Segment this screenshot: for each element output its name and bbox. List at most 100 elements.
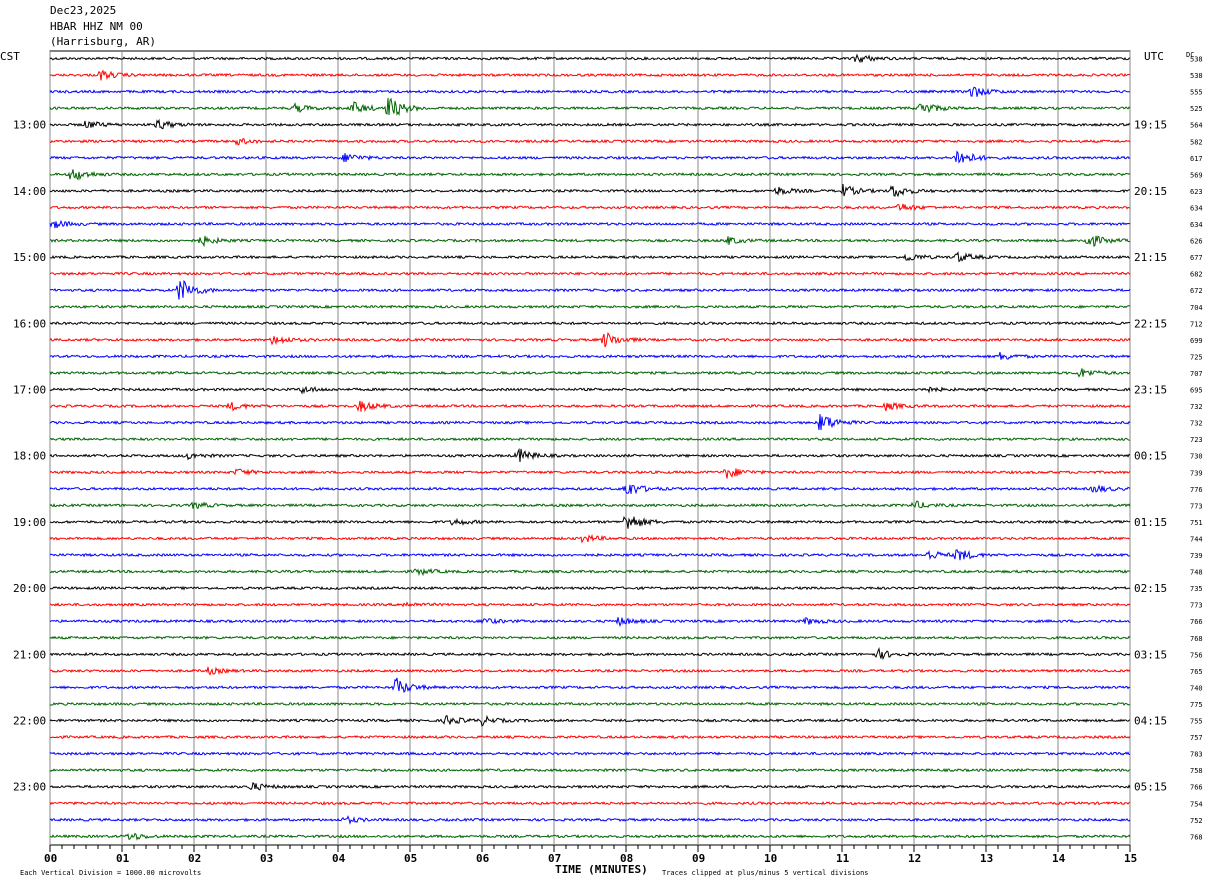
- trace-line: [49, 279, 1131, 300]
- dc-value: 735: [1190, 585, 1203, 593]
- dc-value: 695: [1190, 387, 1203, 395]
- right-timezone: UTC: [1144, 50, 1164, 63]
- left-hour-label: 16:00: [13, 317, 46, 330]
- dc-value: 765: [1190, 668, 1203, 676]
- dc-value: 723: [1190, 436, 1203, 444]
- trace-line: [49, 767, 1131, 773]
- dc-value: 768: [1190, 833, 1203, 841]
- trace-line: [49, 320, 1131, 326]
- right-hour-label: 21:15: [1134, 251, 1167, 264]
- dc-value: 732: [1190, 403, 1203, 411]
- helicorder: Dec23,2025 HBAR HHZ NM 00 (Harrisburg, A…: [0, 0, 1210, 886]
- trace-line: [49, 400, 1131, 413]
- x-tick-label: 04: [332, 852, 346, 865]
- left-hour-label: 19:00: [13, 516, 46, 529]
- dc-value: 757: [1190, 734, 1203, 742]
- trace-line: [49, 271, 1131, 276]
- trace-line: [49, 734, 1131, 740]
- scale-note: Each Vertical Division = 1000.00 microvo…: [20, 869, 201, 877]
- dc-value: 739: [1190, 552, 1203, 560]
- right-hour-label: 05:15: [1134, 781, 1167, 794]
- x-tick-label: 05: [404, 852, 417, 865]
- right-hour-label: 23:15: [1134, 384, 1167, 397]
- x-tick-label: 02: [188, 852, 201, 865]
- dc-value: 748: [1190, 569, 1203, 577]
- dc-value: 617: [1190, 155, 1203, 163]
- dc-value: 758: [1190, 767, 1203, 775]
- dc-value: 766: [1190, 784, 1203, 792]
- dc-value: 756: [1190, 651, 1203, 659]
- dc-value: 682: [1190, 271, 1203, 279]
- x-tick-label: 06: [476, 852, 490, 865]
- trace-line: [49, 118, 1131, 130]
- trace-line: [49, 235, 1131, 248]
- trace-line: [49, 616, 1131, 628]
- dc-value: 773: [1190, 602, 1203, 610]
- trace-line: [49, 97, 1131, 117]
- dc-value: 775: [1190, 701, 1203, 709]
- dc-value: 672: [1190, 287, 1203, 295]
- x-tick-label: 00: [44, 852, 57, 865]
- right-hour-label: 19:15: [1134, 119, 1167, 132]
- trace-line: [49, 781, 1131, 791]
- trace-line: [49, 468, 1131, 479]
- trace-line: [49, 69, 1131, 81]
- seismogram-plot: CST UTC DC TIME (MINUTES) Each Vertical …: [0, 50, 1203, 877]
- x-tick-label: 08: [620, 852, 633, 865]
- dc-value: 766: [1190, 618, 1203, 626]
- dc-value: 752: [1190, 817, 1203, 825]
- left-hour-label: 21:00: [13, 648, 46, 661]
- dc-value: 725: [1190, 353, 1203, 361]
- left-hour-label: 18:00: [13, 450, 46, 463]
- trace-line: [49, 515, 1131, 529]
- trace-line: [49, 751, 1131, 756]
- dc-value: 768: [1190, 635, 1203, 643]
- right-hour-label: 02:15: [1134, 582, 1167, 595]
- dc-value: 582: [1190, 138, 1203, 146]
- right-hour-label: 04:15: [1134, 715, 1167, 728]
- trace-line: [49, 677, 1131, 694]
- trace-line: [50, 251, 1131, 263]
- trace-line: [49, 701, 1131, 707]
- x-tick-label: 13: [980, 852, 993, 865]
- dc-value: 704: [1190, 304, 1203, 312]
- trace-line: [49, 150, 1131, 164]
- trace-line: [49, 484, 1131, 495]
- x-tick-label: 12: [908, 852, 921, 865]
- trace-line: [49, 385, 1131, 395]
- right-hour-label: 00:15: [1134, 450, 1167, 463]
- dc-value: 634: [1190, 204, 1203, 212]
- dc-value: 525: [1190, 105, 1203, 113]
- trace-line: [49, 800, 1131, 806]
- x-tick-label: 07: [548, 852, 561, 865]
- dc-value: 744: [1190, 535, 1203, 543]
- trace-line: [49, 203, 1131, 212]
- dc-value: 564: [1190, 122, 1203, 130]
- x-tick-label: 14: [1052, 852, 1066, 865]
- trace-line: [49, 585, 1131, 591]
- trace-line: [49, 500, 1131, 510]
- trace-line: [49, 567, 1131, 577]
- dc-value: 555: [1190, 89, 1203, 97]
- left-hour-label: 13:00: [13, 119, 46, 132]
- dc-value: 773: [1190, 502, 1203, 510]
- trace-line: [49, 86, 1131, 97]
- trace-line: [49, 714, 1131, 727]
- dc-value: 712: [1190, 320, 1203, 328]
- dc-value: 740: [1190, 684, 1203, 692]
- dc-value: 732: [1190, 420, 1203, 428]
- trace-line: [49, 169, 1131, 181]
- trace-line: [49, 647, 1131, 661]
- right-hour-label: 03:15: [1134, 648, 1167, 661]
- dc-value: 626: [1190, 238, 1203, 246]
- trace-line: [49, 219, 1131, 229]
- dc-value: 755: [1190, 718, 1203, 726]
- dc-value: 739: [1190, 469, 1203, 477]
- x-tick-label: 03: [260, 852, 273, 865]
- trace-line: [49, 666, 1131, 676]
- left-hour-label: 17:00: [13, 384, 46, 397]
- left-hour-label: 23:00: [13, 781, 46, 794]
- x-tick-label: 09: [692, 852, 705, 865]
- x-tick-label: 10: [764, 852, 777, 865]
- trace-line: [49, 368, 1131, 378]
